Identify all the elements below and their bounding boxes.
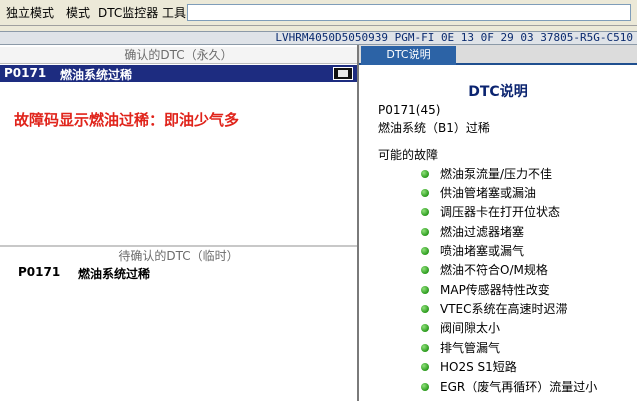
green-dot-icon bbox=[421, 170, 429, 178]
dtc-code-line: P0171(45) bbox=[378, 103, 441, 117]
green-dot-icon bbox=[421, 228, 429, 236]
green-dot-icon bbox=[421, 189, 429, 197]
dtc-description-panel: DTC说明 DTC说明 P0171(45) 燃油系统（B1）过稀 可能的故障 燃… bbox=[359, 45, 637, 401]
menu-standalone-mode[interactable]: 独立模式 bbox=[6, 4, 54, 21]
green-dot-icon bbox=[421, 363, 429, 371]
tab-dtc-description[interactable]: DTC说明 bbox=[361, 46, 456, 65]
menu-bar: 独立模式 模式 DTC监控器 工具 bbox=[0, 0, 637, 26]
vehicle-info-bar: LVHRM4050D5050939 PGM-FI 0E 13 0F 29 03 … bbox=[0, 31, 637, 45]
confirmed-dtc-code: P0171 bbox=[4, 66, 47, 80]
confirmed-dtc-row[interactable]: P0171 燃油系统过稀 bbox=[0, 65, 357, 82]
vehicle-info-text: LVHRM4050D5050939 PGM-FI 0E 13 0F 29 03 … bbox=[275, 31, 633, 44]
green-dot-icon bbox=[421, 344, 429, 352]
pending-dtc-description: 燃油系统过稀 bbox=[78, 267, 151, 281]
annotation-text: 故障码显示燃油过稀：即油少气多 bbox=[14, 111, 240, 129]
pending-dtc-row[interactable]: P0171 燃油系统过稀 bbox=[0, 265, 357, 282]
dtc-description-heading: DTC说明 bbox=[468, 84, 528, 100]
freeze-frame-icon[interactable] bbox=[333, 67, 353, 80]
toolbar-field[interactable] bbox=[187, 4, 631, 21]
green-dot-icon bbox=[421, 208, 429, 216]
dtc-list-panel: 确认的DTC（永久） P0171 燃油系统过稀 故障码显示燃油过稀：即油少气多 … bbox=[0, 45, 359, 401]
green-dot-icon bbox=[421, 305, 429, 313]
green-dot-icon bbox=[421, 383, 429, 391]
possible-causes-label: 可能的故障 bbox=[378, 148, 439, 162]
green-dot-icon bbox=[421, 286, 429, 294]
menu-tools[interactable]: 工具 bbox=[162, 4, 186, 21]
pending-dtc-code: P0171 bbox=[18, 265, 61, 279]
confirmed-dtc-description: 燃油系统过稀 bbox=[60, 68, 133, 82]
section-divider bbox=[0, 245, 357, 247]
green-dot-icon bbox=[421, 324, 429, 332]
tab-bar: DTC说明 bbox=[359, 45, 637, 65]
menu-mode[interactable]: 模式 bbox=[66, 4, 90, 21]
green-dot-icon bbox=[421, 266, 429, 274]
pending-dtc-title: 待确认的DTC（临时） bbox=[0, 248, 357, 265]
green-dot-icon bbox=[421, 247, 429, 255]
dtc-name-line: 燃油系统（B1）过稀 bbox=[378, 121, 490, 135]
confirmed-dtc-title: 确认的DTC（永久） bbox=[0, 47, 357, 64]
menu-dtc-monitor[interactable]: DTC监控器 bbox=[98, 4, 158, 21]
